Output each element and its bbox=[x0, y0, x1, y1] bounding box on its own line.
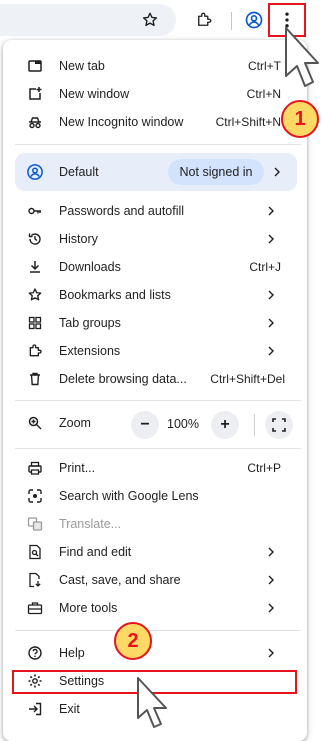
menu-item-more-tools[interactable]: More tools bbox=[3, 594, 307, 622]
menu-item-label: Exit bbox=[59, 702, 80, 716]
shortcut-text: Ctrl+J bbox=[249, 260, 281, 274]
menu-item-label: Tab groups bbox=[59, 316, 121, 330]
menu-item-downloads[interactable]: Downloads Ctrl+J bbox=[3, 253, 307, 281]
menu-item-delete-browsing-data[interactable]: Delete browsing data... Ctrl+Shift+Del bbox=[3, 365, 307, 393]
trash-icon bbox=[27, 371, 43, 387]
zoom-out-button[interactable]: − bbox=[131, 411, 159, 439]
new-window-icon bbox=[27, 86, 43, 102]
shortcut-text: Ctrl+Shift+N bbox=[215, 115, 281, 129]
menu-item-label: New window bbox=[59, 87, 130, 101]
toolbar-divider bbox=[231, 12, 232, 30]
menu-divider bbox=[15, 630, 301, 631]
menu-divider bbox=[15, 448, 301, 449]
menu-item-help[interactable]: Help bbox=[3, 639, 307, 667]
menu-item-extensions[interactable]: Extensions bbox=[3, 337, 307, 365]
lens-icon bbox=[27, 488, 43, 504]
key-icon bbox=[27, 203, 43, 219]
menu-item-new-window[interactable]: New window Ctrl+N bbox=[3, 80, 307, 108]
menu-item-print[interactable]: Print... Ctrl+P bbox=[3, 454, 307, 482]
menu-item-translate: Translate... bbox=[3, 510, 307, 538]
menu-item-label: Delete browsing data... bbox=[59, 372, 187, 386]
menu-item-label: More tools bbox=[59, 601, 118, 615]
menu-item-label: Translate... bbox=[59, 517, 122, 531]
find-page-icon bbox=[27, 544, 43, 560]
menu-item-history[interactable]: History bbox=[3, 225, 307, 253]
menu-item-google-lens[interactable]: Search with Google Lens bbox=[3, 482, 307, 510]
profile-name: Default bbox=[59, 165, 99, 179]
cursor-arrow-icon bbox=[137, 677, 167, 728]
menu-item-new-incognito[interactable]: New Incognito window Ctrl+Shift+N bbox=[3, 108, 307, 136]
menu-divider bbox=[15, 400, 301, 401]
printer-icon bbox=[27, 460, 43, 476]
translate-icon bbox=[27, 516, 43, 532]
help-icon bbox=[27, 645, 43, 661]
zoom-magnifier-icon bbox=[27, 415, 43, 431]
incognito-icon bbox=[27, 114, 43, 130]
menu-item-label: History bbox=[59, 232, 98, 246]
menu-item-label: Bookmarks and lists bbox=[59, 288, 171, 302]
address-bar[interactable] bbox=[0, 4, 176, 36]
profile-avatar-icon[interactable] bbox=[242, 8, 266, 32]
menu-item-passwords[interactable]: Passwords and autofill bbox=[3, 197, 307, 225]
menu-item-label: Help bbox=[59, 646, 85, 660]
menu-item-find-edit[interactable]: Find and edit bbox=[3, 538, 307, 566]
fullscreen-button[interactable] bbox=[265, 411, 293, 439]
menu-item-new-tab[interactable]: New tab Ctrl+T bbox=[3, 52, 307, 80]
menu-item-tab-groups[interactable]: Tab groups bbox=[3, 309, 307, 337]
browser-toolbar bbox=[0, 0, 323, 40]
menu-item-label: Find and edit bbox=[59, 545, 132, 559]
chevron-right-icon bbox=[268, 206, 274, 216]
sign-in-status-badge[interactable]: Not signed in bbox=[168, 159, 264, 185]
profile-row[interactable]: Default Not signed in bbox=[15, 153, 297, 191]
shortcut-text: Ctrl+T bbox=[248, 59, 281, 73]
chevron-right-icon bbox=[268, 575, 274, 585]
shortcut-text: Ctrl+N bbox=[246, 87, 281, 101]
menu-item-label: New Incognito window bbox=[59, 115, 184, 129]
menu-item-label: Extensions bbox=[59, 344, 121, 358]
step-2-badge: 2 bbox=[114, 622, 152, 660]
star-icon bbox=[27, 287, 43, 303]
chevron-right-icon bbox=[268, 603, 274, 613]
tab-groups-icon bbox=[27, 315, 43, 331]
shortcut-text: Ctrl+Shift+Del bbox=[210, 372, 285, 386]
menu-item-label: Downloads bbox=[59, 260, 121, 274]
download-icon bbox=[27, 259, 43, 275]
menu-item-label: Passwords and autofill bbox=[59, 204, 185, 218]
chevron-right-icon bbox=[274, 167, 280, 177]
cursor-arrow-icon bbox=[285, 27, 319, 87]
chevron-right-icon bbox=[268, 547, 274, 557]
extensions-puzzle-icon[interactable] bbox=[192, 8, 216, 32]
exit-icon bbox=[27, 701, 43, 717]
menu-item-label: Zoom bbox=[59, 416, 91, 430]
menu-item-label: Search with Google Lens bbox=[59, 489, 199, 503]
bookmark-star-icon[interactable] bbox=[138, 8, 162, 32]
fullscreen-icon bbox=[272, 418, 286, 432]
new-tab-icon bbox=[27, 58, 43, 74]
profile-avatar-icon bbox=[26, 163, 44, 186]
menu-item-label: Print... bbox=[59, 461, 96, 475]
chevron-right-icon bbox=[268, 648, 274, 658]
shortcut-text: Ctrl+P bbox=[247, 461, 281, 475]
menu-item-bookmarks[interactable]: Bookmarks and lists bbox=[3, 281, 307, 309]
menu-divider bbox=[15, 144, 301, 145]
zoom-divider bbox=[254, 414, 255, 436]
save-share-icon bbox=[27, 572, 43, 588]
menu-item-label: Cast, save, and share bbox=[59, 573, 181, 587]
step-1-badge: 1 bbox=[281, 100, 319, 138]
chevron-right-icon bbox=[268, 290, 274, 300]
history-icon bbox=[27, 231, 43, 247]
chevron-right-icon bbox=[268, 318, 274, 328]
puzzle-icon bbox=[27, 343, 43, 359]
chevron-right-icon bbox=[268, 234, 274, 244]
zoom-level: 100% bbox=[167, 417, 199, 431]
chevron-right-icon bbox=[268, 346, 274, 356]
menu-item-cast-save-share[interactable]: Cast, save, and share bbox=[3, 566, 307, 594]
chrome-main-menu: New tab Ctrl+T New window Ctrl+N New Inc… bbox=[3, 40, 307, 741]
toolbox-icon bbox=[27, 600, 43, 616]
menu-item-label: New tab bbox=[59, 59, 105, 73]
zoom-in-button[interactable]: + bbox=[211, 411, 239, 439]
